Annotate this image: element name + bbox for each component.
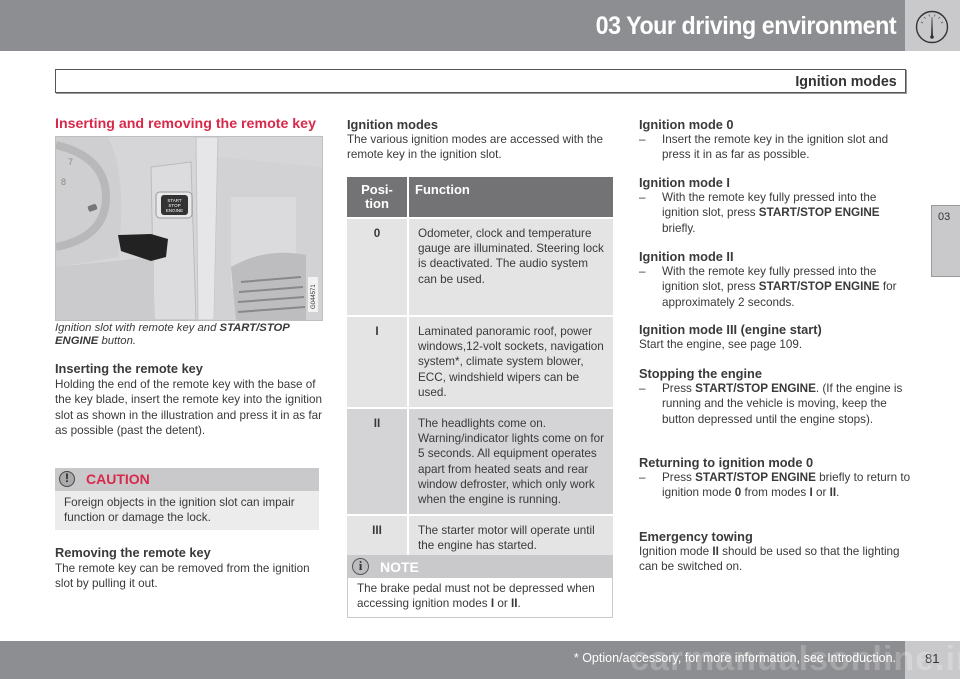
note-box: i NOTE The brake pedal must not be depre…	[347, 555, 613, 618]
function-cell: Odometer, clock and temperature gauge ar…	[409, 217, 613, 315]
caution-box: ! CAUTION Foreign objects in the ignitio…	[55, 468, 319, 530]
mode1-step: – With the remote key fully pressed into …	[639, 191, 880, 235]
mode2-step: – With the remote key fully pressed into …	[639, 265, 897, 309]
position-cell: 0	[347, 217, 409, 315]
mode0-title: Ignition mode 0	[639, 117, 734, 132]
inserting-section: Inserting the remote key Holding the end…	[55, 361, 327, 439]
section-heading: Inserting and removing the remote key	[55, 116, 316, 132]
table-header-row: Posi- tion Function	[347, 177, 613, 217]
watermark: carmanualsonline.info	[630, 640, 960, 678]
function-cell: The starter motor will operate until the…	[409, 514, 613, 561]
stopping-section: Stopping the engine – Press START/STOP EN…	[639, 366, 911, 427]
ignition-modes-intro-text: The various ignition modes are accessed …	[347, 133, 603, 162]
towing-text: Ignition mode II should be used so that …	[639, 545, 900, 574]
table-row: III The starter motor will operate until…	[347, 514, 613, 561]
dial-number-7: 7	[68, 157, 73, 167]
mode2-section: Ignition mode II – With the remote key fu…	[639, 249, 911, 310]
mode2-title: Ignition mode II	[639, 249, 734, 264]
towing-title: Emergency towing	[639, 529, 753, 544]
function-cell: Laminated panoramic roof, power windows,…	[409, 315, 613, 408]
ignition-modes-table: Posi- tion Function 0 Odometer, clock an…	[347, 177, 613, 561]
mode1-title: Ignition mode I	[639, 175, 730, 190]
ignition-slot-illustration: 7 8 START STOP ENGINE G044571	[55, 136, 323, 321]
removing-title: Removing the remote key	[55, 545, 211, 560]
column-header-function: Function	[409, 177, 613, 217]
function-cell: The headlights come on. Warning/indicato…	[409, 407, 613, 515]
returning-title: Returning to ignition mode 0	[639, 455, 814, 470]
caution-label: CAUTION	[86, 471, 150, 487]
removing-text: The remote key can be removed from the i…	[55, 562, 310, 591]
table-row: 0 Odometer, clock and temperature gauge …	[347, 217, 613, 315]
section-title-box: Ignition modes	[55, 69, 906, 93]
returning-section: Returning to ignition mode 0 – Press STAR…	[639, 455, 911, 501]
table-row: II The headlights come on. Warning/indic…	[347, 407, 613, 515]
returning-step: – Press START/STOP ENGINE briefly to retu…	[639, 471, 911, 500]
figure-id: G044571	[311, 284, 317, 309]
dashboard-drawing: 7 8 START STOP ENGINE G044571	[56, 137, 322, 320]
stopping-step: – Press START/STOP ENGINE. (If the engine…	[639, 382, 903, 426]
mode0-step: – Insert the remote key in the ignition s…	[639, 133, 889, 162]
removing-section: Removing the remote key The remote key c…	[55, 545, 327, 592]
ignition-modes-intro: Ignition modes The various ignition mode…	[347, 117, 613, 163]
table-row: I Laminated panoramic roof, power window…	[347, 315, 613, 408]
column-header-position: Posi- tion	[347, 177, 409, 217]
note-text: The brake pedal must not be depressed wh…	[357, 582, 595, 610]
mode3-section: Ignition mode III (engine start) Start t…	[639, 322, 911, 352]
mode3-text: Start the engine, see page 109.	[639, 338, 803, 351]
mode1-section: Ignition mode I – With the remote key ful…	[639, 175, 911, 236]
section-title: Ignition modes	[795, 73, 897, 90]
position-cell: II	[347, 407, 409, 515]
mode0-section: Ignition mode 0 – Insert the remote key i…	[639, 117, 911, 163]
chapter-title: 03 Your driving environment	[595, 12, 896, 40]
exclamation-icon: !	[59, 471, 75, 487]
chapter-side-tab-label: 03	[938, 211, 951, 223]
position-cell: I	[347, 315, 409, 408]
note-header: i NOTE	[348, 556, 612, 578]
illustration-caption: Ignition slot with remote key and START/…	[55, 322, 290, 347]
caution-text: Foreign objects in the ignition slot can…	[64, 496, 295, 524]
position-cell: III	[347, 514, 409, 561]
svg-text:ENGINE: ENGINE	[166, 208, 183, 213]
caution-header: ! CAUTION	[55, 468, 319, 491]
inserting-text: Holding the end of the remote key with t…	[55, 378, 323, 438]
towing-section: Emergency towing Ignition mode II should…	[639, 529, 911, 575]
mode3-title: Ignition mode III (engine start)	[639, 322, 822, 337]
stopping-title: Stopping the engine	[639, 366, 762, 381]
info-icon: i	[352, 558, 369, 575]
dial-number-8: 8	[61, 177, 66, 187]
inserting-title: Inserting the remote key	[55, 361, 203, 376]
ignition-modes-title: Ignition modes	[347, 117, 438, 132]
gauge-icon	[915, 10, 949, 44]
chapter-side-tab[interactable]: 03	[931, 205, 960, 277]
note-label: NOTE	[380, 559, 419, 575]
